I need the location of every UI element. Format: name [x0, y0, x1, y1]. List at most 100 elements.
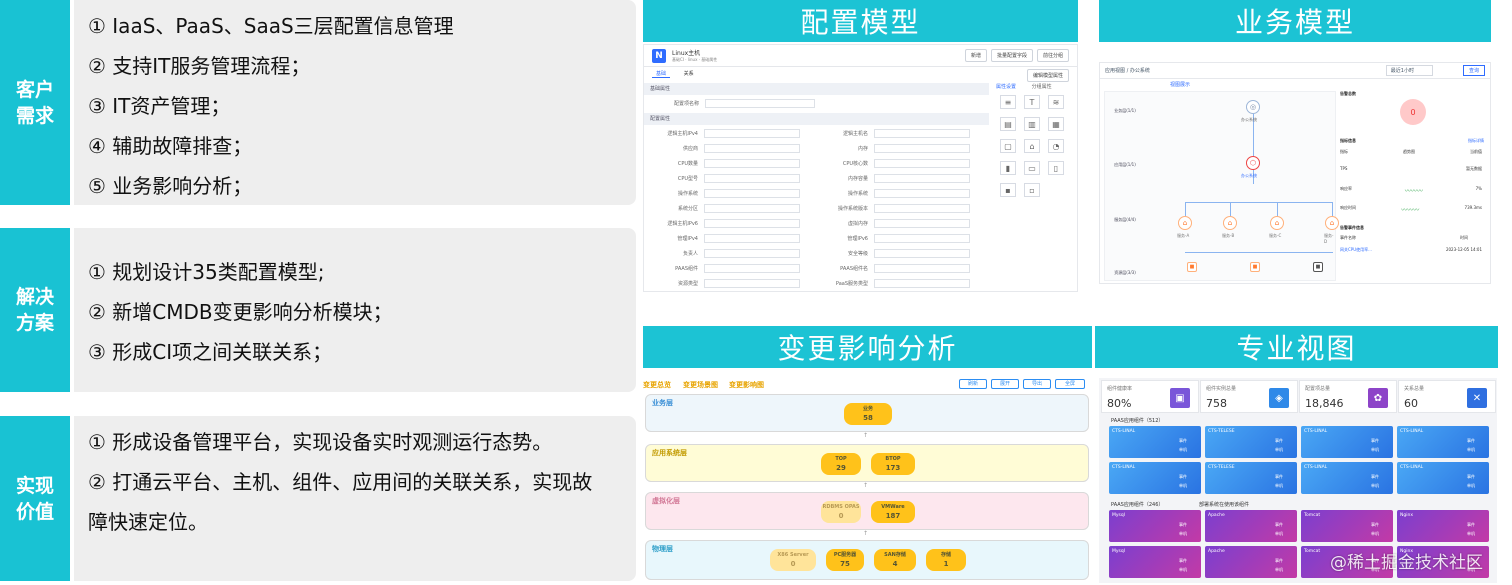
component-tile[interactable]: Apache 事件 单机	[1205, 510, 1297, 542]
tool-icon[interactable]: ≋	[1048, 95, 1064, 109]
impact-node[interactable]: X86 Server 0	[770, 549, 816, 571]
field-input[interactable]	[874, 159, 970, 168]
app-node[interactable]: ⬡	[1246, 156, 1260, 170]
tab-change-scene[interactable]: 变更场景图	[683, 380, 718, 390]
field-input[interactable]	[704, 189, 800, 198]
tool-icon[interactable]: ▭	[1024, 161, 1040, 175]
field-input[interactable]	[874, 219, 970, 228]
tab-change-impact[interactable]: 变更影响图	[729, 380, 764, 390]
tool-icon[interactable]: T	[1024, 95, 1040, 109]
tool-icon[interactable]: ▪	[1000, 183, 1016, 197]
expand-button[interactable]: 展开	[991, 379, 1019, 389]
group-button[interactable]: 前往分组	[1036, 49, 1069, 62]
query-button[interactable]: 查询	[1462, 65, 1485, 76]
tool-icon[interactable]: ▮	[1000, 161, 1016, 175]
field-input[interactable]	[704, 279, 800, 288]
tab-change-overview[interactable]: 变更总览	[643, 380, 671, 390]
tab-basic[interactable]: 基础	[652, 71, 671, 78]
impact-node[interactable]: PC服务器 75	[826, 549, 864, 571]
impact-node[interactable]: RDBMS OPAS 0	[821, 501, 861, 523]
field-input[interactable]	[704, 234, 800, 243]
field-input[interactable]	[704, 174, 800, 183]
tool-icon[interactable]: ≡	[1000, 95, 1016, 109]
field-input[interactable]	[704, 264, 800, 273]
event-row[interactable]: 网关CPU使用率... 2023-12-05 14:01	[1340, 247, 1488, 253]
tool-icon[interactable]: ▢	[1000, 139, 1016, 153]
component-tile[interactable]: Mysql 事件 单机	[1109, 546, 1201, 578]
component-tile[interactable]: CTS-LINAL 事件 单机	[1301, 462, 1393, 494]
fullscreen-button[interactable]: 全屏	[1055, 379, 1085, 389]
cube-icon: ◈	[1269, 388, 1289, 408]
component-tile[interactable]: CTS-LINAL 事件 单机	[1301, 426, 1393, 458]
service-node[interactable]: ⌂	[1325, 216, 1339, 230]
component-tile[interactable]: CTS-LINAL 事件 单机	[1397, 462, 1489, 494]
batch-config-button[interactable]: 批量配置字段	[990, 49, 1033, 62]
tool-icon[interactable]: ▫	[1024, 183, 1040, 197]
tool-icon[interactable]: ⌂	[1024, 139, 1040, 153]
component-tile[interactable]: CTS-LINAL 事件 单机	[1397, 426, 1489, 458]
business-node[interactable]: ◎	[1246, 100, 1260, 114]
edge-line	[1332, 202, 1333, 216]
field-input[interactable]	[874, 234, 970, 243]
component-tile[interactable]: CTS-TELESE 事件 单机	[1205, 462, 1297, 494]
field-input[interactable]	[874, 264, 970, 273]
component-tile[interactable]: Mysql 事件 单机	[1109, 510, 1201, 542]
field-input[interactable]	[704, 249, 800, 258]
component-tile[interactable]: CTS-LINAL 事件 单机	[1109, 462, 1201, 494]
date-select[interactable]: 最近1小时	[1385, 65, 1433, 76]
component-tile[interactable]: Nginx 事件 单机	[1397, 510, 1489, 542]
resource-node[interactable]: ■	[1187, 262, 1197, 272]
field-input[interactable]	[874, 144, 970, 153]
tile-meta: 事件	[1275, 558, 1283, 563]
field-input[interactable]	[874, 189, 970, 198]
component-tile[interactable]: Apache 事件 单机	[1205, 546, 1297, 578]
service-node[interactable]: ⌂	[1223, 216, 1237, 230]
field-row: 虚拟内存	[824, 219, 970, 228]
field-input[interactable]	[874, 279, 970, 288]
impact-node[interactable]: SAN存储 4	[874, 549, 916, 571]
edit-model-button[interactable]: 编辑模型属性	[1026, 69, 1069, 82]
component-tile[interactable]: CTS-LINAL 事件 单机	[1109, 426, 1201, 458]
resource-node[interactable]: ■	[1250, 262, 1260, 272]
field-input[interactable]	[874, 204, 970, 213]
service-node[interactable]: ⌂	[1178, 216, 1192, 230]
tool-icon[interactable]: ◔	[1048, 139, 1064, 153]
kpi-link[interactable]: 指标详情	[1468, 138, 1484, 144]
event-header: 事件名称	[1340, 235, 1356, 240]
kpi-value: 7%	[1475, 186, 1482, 191]
tool-icon[interactable]: ▯	[1048, 161, 1064, 175]
field-input[interactable]	[874, 129, 970, 138]
bm-tab[interactable]: 视图展示	[1170, 81, 1190, 88]
field-input[interactable]	[874, 249, 970, 258]
impact-node-label: SAN存储	[884, 552, 906, 558]
field-label: 系统分区	[677, 206, 698, 212]
field-input[interactable]	[704, 219, 800, 228]
resource-node[interactable]: ■	[1313, 262, 1323, 272]
tab-relations[interactable]: 关系	[672, 71, 706, 77]
impact-node[interactable]: 存储 1	[926, 549, 966, 571]
tool-icon[interactable]: ▥	[1024, 117, 1040, 131]
field-input[interactable]	[704, 144, 800, 153]
export-button[interactable]: 导出	[1023, 379, 1051, 389]
component-tile[interactable]: Tomcat 事件 单机	[1301, 510, 1393, 542]
name-input[interactable]	[705, 99, 816, 108]
component-tile[interactable]: CTS-TELESE 事件 单机	[1205, 426, 1297, 458]
stat-card: 配置项总量 18,846 ✿	[1299, 380, 1397, 413]
tab-group-attrs[interactable]: 分组属性	[1032, 84, 1052, 90]
tile-meta: 单机	[1467, 447, 1475, 452]
impact-node[interactable]: 业务 58	[844, 403, 892, 425]
impact-node[interactable]: TOP 29	[821, 453, 861, 475]
add-button[interactable]: 新增	[964, 49, 987, 62]
field-input[interactable]	[874, 174, 970, 183]
impact-node[interactable]: BTOP 173	[871, 453, 915, 475]
tool-icon[interactable]: ▦	[1048, 117, 1064, 131]
field-input[interactable]	[704, 204, 800, 213]
tab-attr-settings[interactable]: 属性设置	[996, 84, 1016, 90]
field-input[interactable]	[704, 159, 800, 168]
tool-icon[interactable]: ▤	[1000, 117, 1016, 131]
field-input[interactable]	[704, 129, 800, 138]
refresh-button[interactable]: 刷新	[959, 379, 987, 389]
field-label: 内存容量	[847, 176, 868, 182]
impact-node[interactable]: VMWare 187	[871, 501, 915, 523]
service-node[interactable]: ⌂	[1270, 216, 1284, 230]
